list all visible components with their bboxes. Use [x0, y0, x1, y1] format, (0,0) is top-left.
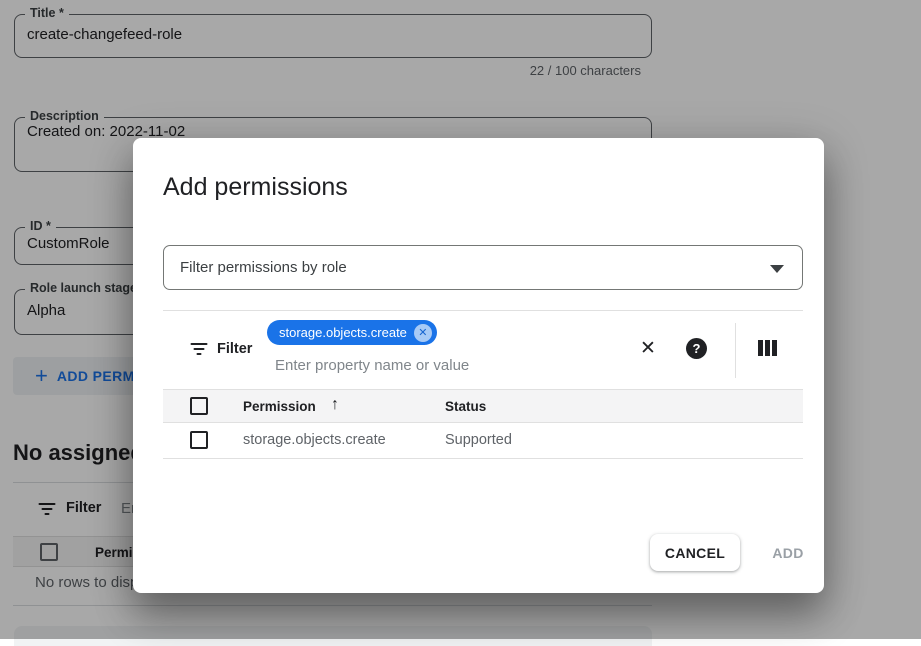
filter-label: Filter — [217, 341, 252, 357]
sort-ascending-icon[interactable]: ↑ — [331, 396, 339, 414]
select-all-checkbox[interactable] — [190, 397, 208, 415]
filter-input[interactable]: Enter property name or value — [275, 357, 469, 374]
help-icon[interactable]: ? — [686, 338, 707, 359]
filter-chip-text: storage.objects.create — [279, 325, 407, 340]
dialog-title: Add permissions — [163, 173, 348, 202]
remove-chip-icon[interactable]: ✕ — [414, 324, 432, 342]
filter-icon — [190, 343, 208, 361]
table-row[interactable]: storage.objects.create Supported — [163, 423, 803, 459]
add-button[interactable]: ADD — [758, 534, 818, 571]
columns-icon[interactable] — [758, 340, 777, 356]
select-text: Filter permissions by role — [180, 259, 347, 276]
clear-filter-icon[interactable]: ✕ — [636, 337, 660, 361]
row-checkbox[interactable] — [190, 431, 208, 449]
status-column-header[interactable]: Status — [445, 399, 486, 414]
dialog-table-header: Permission ↑ Status — [163, 389, 803, 423]
permission-column-header[interactable]: Permission — [243, 399, 316, 414]
chevron-down-icon — [770, 265, 784, 273]
divider — [163, 310, 803, 311]
cancel-button[interactable]: CANCEL — [650, 534, 740, 571]
filter-chip[interactable]: storage.objects.create ✕ — [267, 320, 437, 345]
row-permission: storage.objects.create — [243, 432, 386, 448]
filter-permissions-by-role-select[interactable]: Filter permissions by role — [163, 245, 803, 290]
divider — [735, 323, 736, 378]
add-permissions-dialog: Add permissions Filter permissions by ro… — [133, 138, 824, 593]
row-status: Supported — [445, 432, 512, 448]
